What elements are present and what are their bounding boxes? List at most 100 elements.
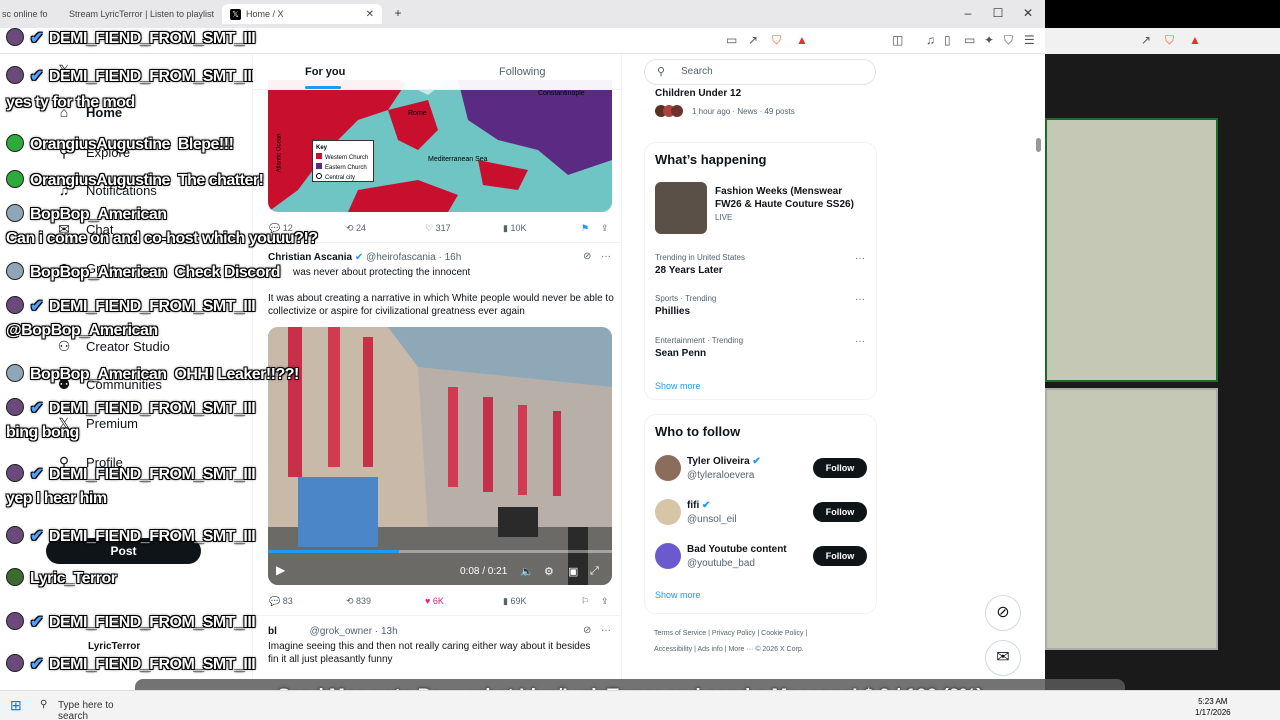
share-icon[interactable]: ⇪ — [601, 223, 609, 234]
menu-icon[interactable]: ☰ — [1024, 33, 1035, 47]
video-progress-track[interactable] — [268, 550, 612, 553]
follow-button[interactable]: Follow — [813, 458, 867, 478]
avatar[interactable] — [655, 455, 681, 481]
nav-explore[interactable]: ⚲ Explore — [56, 144, 130, 161]
footer-link[interactable]: Privacy Policy — [712, 630, 756, 637]
grok-icon[interactable]: ⊘ — [583, 625, 591, 636]
share-icon[interactable]: ↗ — [748, 33, 758, 47]
views-button[interactable]: ▮ 69K — [503, 596, 526, 607]
nav-premium[interactable]: 𝕏 Premium — [56, 415, 138, 432]
repost-button[interactable]: ⟲ 24 — [346, 223, 366, 234]
trend-name[interactable]: Phillies — [655, 306, 690, 317]
fullscreen-icon[interactable]: ⤢ — [590, 565, 599, 578]
tab-home-x[interactable]: 𝕏 Home / X ✕ — [222, 4, 382, 24]
minimize-icon[interactable]: – — [958, 6, 978, 20]
bookmark-icon[interactable]: ⚐ — [581, 596, 589, 607]
featured-title[interactable]: Fashion Weeks (Menswear FW26 & Haute Cou… — [715, 185, 865, 211]
footer-link[interactable]: Ads info — [697, 646, 722, 653]
nav-notifications[interactable]: ♫ Notifications — [56, 182, 157, 198]
account-name[interactable]: Tyler Oliveira ✔ — [687, 456, 761, 467]
more-icon[interactable]: ··· — [855, 336, 865, 347]
account-name[interactable]: fifi ✔ — [687, 500, 710, 511]
music-icon[interactable]: ♫ — [926, 33, 935, 47]
close-tab-icon[interactable]: ✕ — [366, 9, 374, 20]
follow-button[interactable]: Follow — [813, 502, 867, 522]
search-input[interactable]: ⚲ Search — [644, 59, 876, 85]
reply-button[interactable]: 💬 83 — [269, 596, 293, 607]
volume-icon[interactable]: 🔈 — [520, 565, 534, 578]
leo-icon[interactable]: ✦ — [984, 33, 994, 47]
reply-button[interactable]: 💬 12 — [269, 223, 293, 234]
close-window-icon[interactable]: ✕ — [1018, 6, 1038, 20]
grok-fab-icon[interactable]: ⊘ — [985, 595, 1021, 631]
account-name[interactable]: Bad Youtube content — [687, 544, 787, 555]
tab-following[interactable]: Following — [499, 66, 545, 78]
tweet-author[interactable]: Christian Ascania — [268, 252, 352, 263]
grok-icon[interactable]: ⊘ — [583, 251, 591, 262]
more-icon[interactable]: ··· — [855, 253, 865, 264]
fashion-week-image[interactable] — [655, 182, 707, 234]
share-icon[interactable]: ↗ — [1141, 33, 1151, 47]
nav-profile[interactable]: ⚲ Profile — [56, 454, 123, 471]
pip-icon[interactable]: ▣ — [568, 565, 578, 578]
tweet-handle[interactable]: @heirofascania — [366, 252, 436, 263]
like-button[interactable]: ♥ 6K — [425, 596, 444, 606]
post-button[interactable]: Post — [46, 538, 201, 564]
maximize-icon[interactable]: ☐ — [988, 6, 1008, 20]
nav-chat[interactable]: ✉ Chat — [56, 221, 113, 238]
tab-online[interactable]: sc online fo — [2, 4, 52, 24]
video-player[interactable]: ▶ 0:08 / 0:21 🔈 ⚙ ▣ ⤢ — [268, 327, 612, 585]
account-name[interactable]: LyricTerror — [88, 641, 140, 652]
settings-icon[interactable]: ⚙ — [544, 565, 554, 578]
news-title[interactable]: Children Under 12 — [655, 88, 741, 99]
trend-name[interactable]: Sean Penn — [655, 348, 706, 359]
messages-fab-icon[interactable]: ✉ — [985, 640, 1021, 676]
taskbar-search[interactable]: ⚲ Type here to search — [34, 695, 144, 720]
tweet-author[interactable]: bl — [268, 626, 277, 637]
nav-home[interactable]: ⌂ Home — [56, 104, 122, 120]
more-icon[interactable]: ··· — [601, 251, 611, 262]
nav-grok[interactable]: ⊘ Grok — [56, 260, 114, 277]
clock[interactable]: 5:23 AM 1/17/2026 — [1195, 696, 1231, 718]
tweet-time[interactable]: 16h — [445, 252, 462, 263]
x-logo[interactable]: 𝕏 — [56, 62, 72, 79]
avatar[interactable] — [655, 543, 681, 569]
cast-icon[interactable]: ▭ — [726, 33, 737, 47]
footer-link[interactable]: Cookie Policy — [761, 630, 803, 637]
wallet-icon[interactable]: ▭ — [964, 33, 975, 47]
scrollbar-thumb[interactable] — [1036, 138, 1041, 152]
more-icon[interactable]: ··· — [855, 294, 865, 305]
footer-link[interactable]: Accessibility — [654, 646, 692, 653]
brave-shield-icon[interactable]: ⛉ — [772, 33, 781, 48]
map-image[interactable]: Constantinople Rome Mediterranean Sea At… — [268, 80, 612, 212]
windows-start-icon[interactable]: ⊞ — [10, 697, 22, 714]
share-icon[interactable]: ⇪ — [601, 596, 609, 607]
vpn-icon[interactable]: ⛉ — [1004, 33, 1013, 48]
tweet-handle[interactable]: @grok_owner — [310, 626, 372, 637]
tab-stream-lyricterror[interactable]: Stream LyricTerror | Listen to playlist — [64, 4, 214, 24]
show-more-link[interactable]: Show more — [655, 590, 701, 600]
footer-link[interactable]: More ··· — [728, 646, 753, 653]
footer-link[interactable]: Terms of Service — [654, 630, 706, 637]
brave-rewards-icon[interactable]: ▲ — [796, 33, 808, 47]
bookmark-icon[interactable]: ⚑ — [581, 223, 589, 234]
nav-creator-studio[interactable]: ⚇ Creator Studio — [56, 338, 170, 355]
trend-name[interactable]: 28 Years Later — [655, 265, 723, 276]
brave-shield-icon[interactable]: ⛉ — [1165, 33, 1174, 48]
views-count: 10K — [510, 223, 527, 233]
more-icon[interactable]: ··· — [601, 625, 611, 636]
play-icon[interactable]: ▶ — [276, 563, 285, 577]
tweet-time[interactable]: 13h — [381, 626, 398, 637]
tab-for-you[interactable]: For you — [305, 66, 345, 78]
avatar[interactable] — [655, 499, 681, 525]
show-more-link[interactable]: Show more — [655, 381, 701, 391]
sidebar-icon[interactable]: ◫ — [892, 33, 903, 47]
follow-button[interactable]: Follow — [813, 546, 867, 566]
brave-rewards-icon[interactable]: ▲ — [1189, 33, 1201, 47]
views-button[interactable]: ▮ 10K — [503, 223, 526, 234]
repost-button[interactable]: ⟲ 839 — [346, 596, 371, 607]
new-tab-icon[interactable]: + — [388, 6, 408, 20]
nav-communities[interactable]: ⚉ Communities — [56, 376, 162, 393]
like-button[interactable]: ♡ 317 — [425, 223, 451, 234]
panel-icon[interactable]: ▯ — [944, 33, 951, 47]
